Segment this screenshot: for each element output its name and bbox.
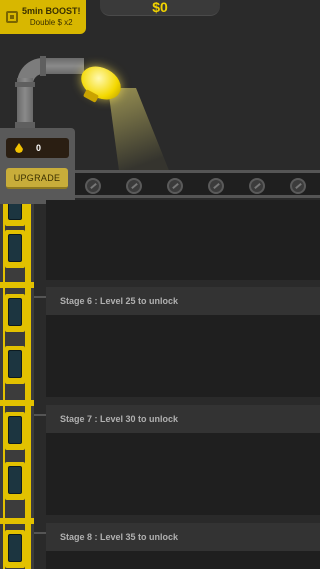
boost-title: 5min BOOST!	[22, 6, 81, 16]
resource-count: 0	[36, 143, 42, 153]
stage-label: Stage 6 : Level 25 to unlock	[46, 287, 320, 315]
car-window	[8, 534, 22, 562]
roller-icon	[249, 178, 265, 194]
boost-text: 5min BOOST! Double $ x2	[22, 5, 81, 29]
elevator-car[interactable]	[5, 230, 25, 268]
stage-label: Stage 7 : Level 30 to unlock	[46, 405, 320, 433]
car-window	[8, 350, 22, 378]
roller-icon	[167, 178, 183, 194]
pipe-horizontal	[44, 58, 84, 74]
roller-icon	[208, 178, 224, 194]
drop-icon	[15, 143, 23, 153]
money-display: $0	[100, 0, 220, 16]
roller-icon	[126, 178, 142, 194]
locked-stage[interactable]: Stage 6 : Level 25 to unlock	[46, 287, 320, 397]
elevator-car[interactable]	[5, 530, 25, 568]
shaft-rail	[25, 198, 31, 569]
elevator-car[interactable]	[5, 412, 25, 450]
car-window	[8, 298, 22, 326]
shaft-floor	[0, 282, 34, 288]
stage-5-area	[46, 200, 320, 280]
stage-connector	[34, 296, 46, 298]
shaft-floor	[0, 518, 34, 524]
car-window	[8, 234, 22, 262]
car-window	[8, 466, 22, 494]
stage-connector	[34, 414, 46, 416]
video-ad-icon	[6, 11, 18, 23]
boost-subtitle: Double $ x2	[29, 18, 73, 27]
stage-connector	[34, 532, 46, 534]
upgrade-button[interactable]: UPGRADE	[6, 168, 68, 189]
roller-icon	[290, 178, 306, 194]
pipe-joint	[15, 82, 35, 87]
stage-label: Stage 8 : Level 35 to unlock	[46, 523, 320, 551]
elevator-car[interactable]	[5, 294, 25, 332]
shaft-floor	[0, 400, 34, 406]
elevator-car[interactable]	[5, 346, 25, 384]
pipe-joint	[40, 56, 46, 76]
elevator-car[interactable]	[5, 462, 25, 500]
conveyor-belt	[75, 170, 320, 198]
boost-button[interactable]: 5min BOOST! Double $ x2	[0, 0, 86, 34]
car-window	[8, 416, 22, 444]
locked-stage[interactable]: Stage 7 : Level 30 to unlock	[46, 405, 320, 515]
resource-panel: 0 UPGRADE	[0, 128, 75, 204]
resource-counter: 0	[6, 138, 69, 158]
roller-icon	[85, 178, 101, 194]
game-screen: 5min BOOST! Double $ x2 $0 0 UPGRADE Sta…	[0, 0, 320, 569]
locked-stage[interactable]: Stage 8 : Level 35 to unlock	[46, 523, 320, 569]
light-beam	[108, 88, 172, 178]
